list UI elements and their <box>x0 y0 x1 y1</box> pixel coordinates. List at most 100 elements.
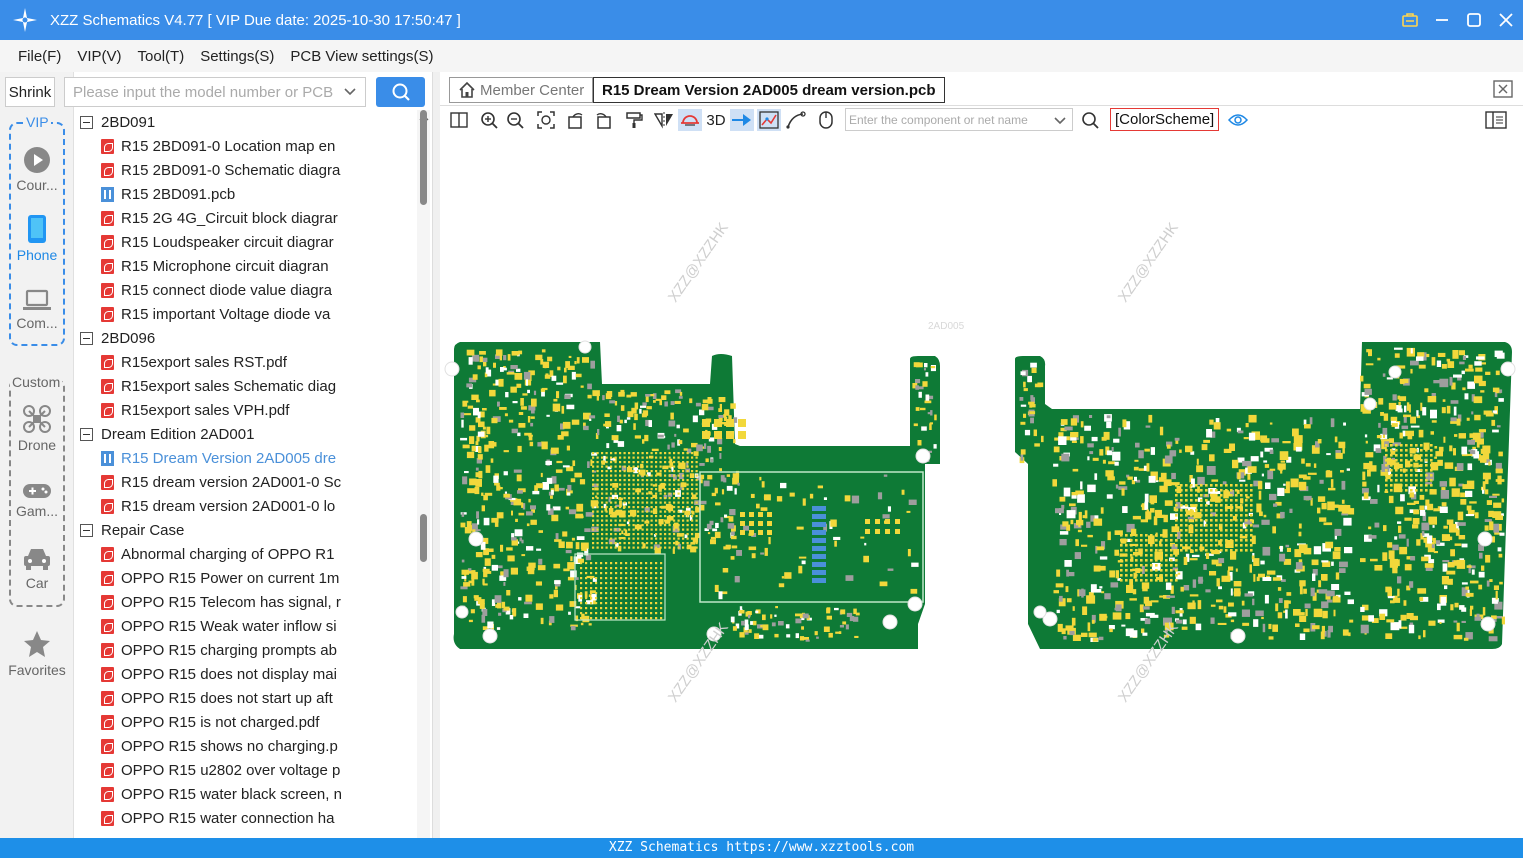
tree-file[interactable]: R15 Microphone circuit diagran <box>101 254 329 278</box>
bga-ball <box>623 533 626 536</box>
pcb-canvas[interactable]: XZZ@XZZHK XZZ@XZZHK XZZ@XZZHK XZZ@XZZHK … <box>440 134 1523 838</box>
tree-file[interactable]: R15 connect diode value diagra <box>101 278 332 302</box>
collapse-icon[interactable] <box>80 523 93 537</box>
tree-file[interactable]: OPPO R15 does not start up aft <box>101 686 333 710</box>
mouse-mode-button[interactable] <box>814 109 838 131</box>
helmet-view-button[interactable] <box>678 109 702 131</box>
nav-car[interactable]: Car <box>0 546 74 591</box>
pcb-pad <box>1318 580 1322 588</box>
tab-member-center[interactable]: Member Center <box>449 77 594 103</box>
tree-folder[interactable]: Dream Edition 2AD001 <box>80 422 254 446</box>
nav-computer[interactable]: Com... <box>0 288 74 331</box>
tree-file[interactable]: OPPO R15 Telecom has signal, r <box>101 590 341 614</box>
collapse-icon[interactable] <box>80 427 93 441</box>
bga-ball <box>1405 474 1408 477</box>
tree-file[interactable]: OPPO R15 Power on current 1m <box>101 566 339 590</box>
model-search-input[interactable]: Please input the model number or PCB <box>64 77 366 107</box>
tree-file[interactable]: OPPO R15 does not display mai <box>101 662 337 686</box>
net-highlight-button[interactable] <box>730 109 754 131</box>
tree-file[interactable]: OPPO R15 water black screen, n <box>101 782 342 806</box>
nav-drone[interactable]: Drone <box>0 404 74 453</box>
tree-file[interactable]: R15 2BD091.pcb <box>101 182 235 206</box>
mirror-button[interactable] <box>652 109 676 131</box>
pcb-pad <box>1492 429 1499 433</box>
search-button[interactable] <box>376 77 425 107</box>
visibility-button[interactable] <box>1226 109 1250 131</box>
shrink-button[interactable]: Shrink <box>5 77 55 107</box>
trace-view-button[interactable] <box>757 109 781 131</box>
tree-file[interactable]: R15 2G 4G_Circuit block diagrar <box>101 206 338 230</box>
draw-line-button[interactable] <box>784 109 808 131</box>
tree-file[interactable]: R15 important Voltage diode va <box>101 302 330 326</box>
tree-scrollbar[interactable] <box>417 110 430 838</box>
close-tabs-icon[interactable] <box>1493 80 1513 98</box>
minimize-button[interactable] <box>1427 0 1457 40</box>
vip-badge-icon[interactable] <box>1395 0 1425 40</box>
tree-file[interactable]: Abnormal charging of OPPO R1 <box>101 542 334 566</box>
zoom-out-button[interactable] <box>503 109 527 131</box>
tree-file[interactable]: OPPO R15 water connection ha <box>101 806 334 830</box>
tree-file[interactable]: R15 Loudspeaker circuit diagrar <box>101 230 334 254</box>
pcb-pad <box>801 626 804 630</box>
tree-folder[interactable]: 2BD096 <box>80 326 155 350</box>
bga-ball <box>1175 504 1178 507</box>
menu-file[interactable]: File(F) <box>18 48 61 65</box>
tree-file[interactable]: R15 2BD091-0 Location map en <box>101 134 335 158</box>
menu-settings[interactable]: Settings(S) <box>200 48 274 65</box>
zoom-in-button[interactable] <box>477 109 501 131</box>
tree-file[interactable]: R15 dream version 2AD001-0 lo <box>101 494 335 518</box>
paint-roller-button[interactable] <box>622 109 646 131</box>
component-search-input[interactable]: Enter the component or net name <box>845 108 1073 131</box>
tree-file[interactable]: OPPO R15 charging prompts ab <box>101 638 337 662</box>
tree-file[interactable]: R15 Dream Version 2AD005 dre <box>101 446 336 470</box>
rotate-left-button[interactable] <box>564 109 588 131</box>
menu-tool[interactable]: Tool(T) <box>138 48 185 65</box>
tree-file[interactable]: OPPO R15 Weak water inflow si <box>101 614 337 638</box>
panel-splitter[interactable] <box>432 72 440 838</box>
pcb-pad <box>1420 402 1423 411</box>
tab-pcb-file[interactable]: R15 Dream Version 2AD005 dream version.p… <box>593 77 945 103</box>
menu-pcb-view-settings[interactable]: PCB View settings(S) <box>290 48 433 65</box>
tree-scrollbar-thumb[interactable] <box>420 110 427 205</box>
rotate-right-button[interactable] <box>591 109 615 131</box>
nav-phone[interactable]: Phone <box>0 214 74 263</box>
tree-file[interactable]: R15export sales RST.pdf <box>101 350 287 374</box>
nav-game[interactable]: Gam... <box>0 482 74 519</box>
bga-ball <box>632 546 635 549</box>
tree-folder[interactable]: Repair Case <box>80 518 184 542</box>
tree-file[interactable]: OPPO R15 is not charged.pdf <box>101 710 319 734</box>
collapse-icon[interactable] <box>80 331 93 345</box>
tree-file[interactable]: R15export sales Schematic diag <box>101 374 336 398</box>
tree-file[interactable]: OPPO R15 shows no charging.p <box>101 734 338 758</box>
tree-file[interactable]: R15 2BD091-0 Schematic diagra <box>101 158 340 182</box>
pcb-board-view[interactable] <box>440 134 1523 838</box>
bga-ball <box>659 515 662 518</box>
side-panel-button[interactable] <box>1484 109 1508 131</box>
chevron-down-icon[interactable] <box>343 84 357 98</box>
split-view-button[interactable] <box>447 109 471 131</box>
bga-ball <box>601 465 604 468</box>
menu-vip[interactable]: VIP(V) <box>77 48 121 65</box>
collapse-icon[interactable] <box>80 115 93 129</box>
fit-view-button[interactable] <box>534 109 558 131</box>
pcb-pad <box>1206 466 1216 475</box>
pcb-pad <box>1486 580 1490 587</box>
colorscheme-button[interactable]: [ColorScheme] <box>1110 108 1220 131</box>
nav-phone-label: Phone <box>16 247 58 263</box>
tree-file[interactable]: R15export sales VPH.pdf <box>101 398 289 422</box>
maximize-button[interactable] <box>1459 0 1489 40</box>
bga-ball <box>668 506 671 509</box>
component-search-button[interactable] <box>1078 109 1102 131</box>
nav-courses[interactable]: Cour... <box>0 146 74 193</box>
close-button[interactable] <box>1491 0 1521 40</box>
bga-ball <box>605 597 608 600</box>
tree-folder[interactable]: 2BD091 <box>80 110 155 134</box>
pcb-pad <box>1066 569 1069 577</box>
outer-scrollbar-thumb[interactable] <box>420 514 427 562</box>
tree-file[interactable]: R15 dream version 2AD001-0 Sc <box>101 470 341 494</box>
chevron-down-icon[interactable] <box>1053 113 1067 127</box>
3d-view-button[interactable]: 3D <box>704 109 728 131</box>
tree-file[interactable]: OPPO R15 u2802 over voltage p <box>101 758 340 782</box>
nav-favorites[interactable]: Favorites <box>0 629 74 678</box>
pcb-pad <box>467 454 472 458</box>
